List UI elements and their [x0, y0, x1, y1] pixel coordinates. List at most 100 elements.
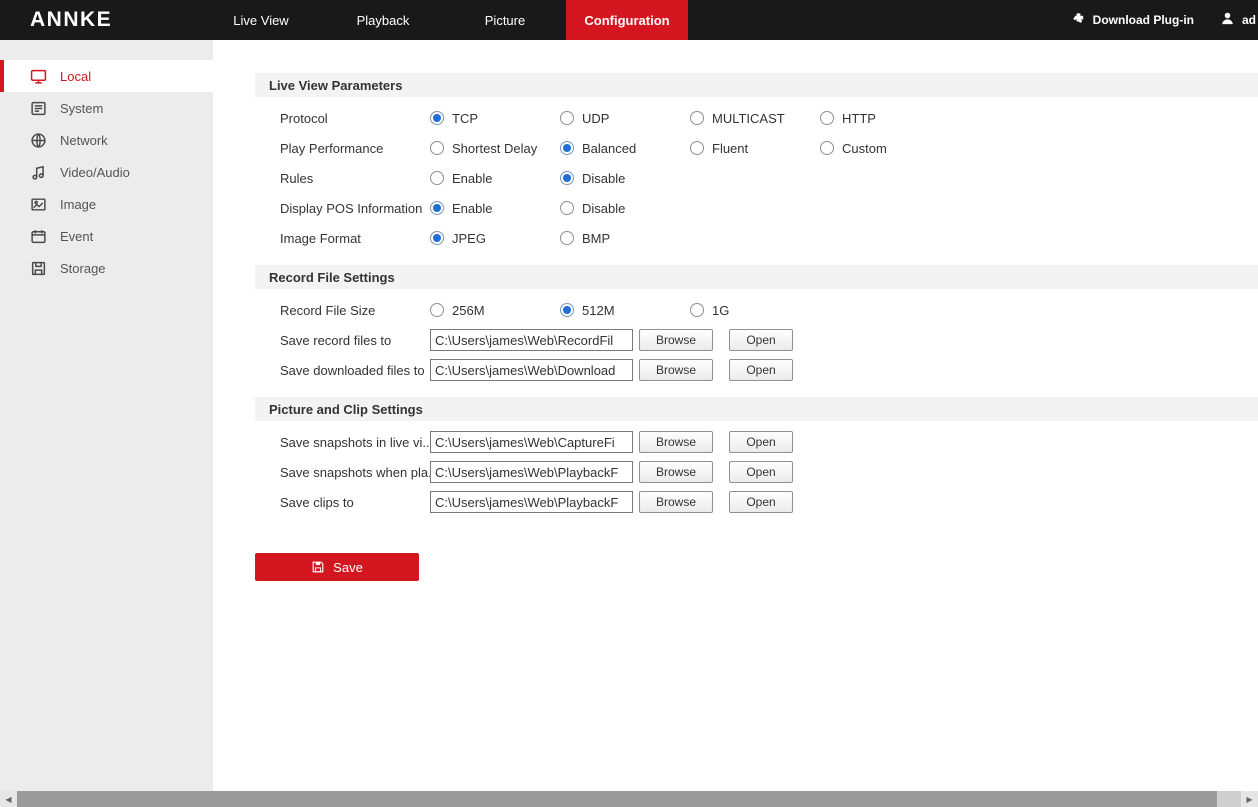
open-button[interactable]: Open	[729, 359, 793, 381]
annke-logo: ANNKE	[0, 0, 200, 40]
radio-option[interactable]: 256M	[430, 303, 560, 318]
field-label: Rules	[280, 171, 430, 186]
radio-option-label: Enable	[452, 171, 492, 186]
topbar: ANNKE Live View Playback Picture Configu…	[0, 0, 1258, 40]
download-plugin-button[interactable]: Download Plug-in	[1071, 11, 1194, 29]
tab-live-view[interactable]: Live View	[200, 0, 322, 40]
radio-icon[interactable]	[560, 303, 574, 317]
user-menu[interactable]: ad	[1220, 11, 1256, 29]
radio-icon[interactable]	[430, 111, 444, 125]
section-header: Live View Parameters	[255, 73, 1258, 97]
radio-option[interactable]: Fluent	[690, 141, 820, 156]
radio-icon[interactable]	[560, 111, 574, 125]
radio-icon[interactable]	[430, 171, 444, 185]
radio-option[interactable]: 512M	[560, 303, 690, 318]
browse-button[interactable]: Browse	[639, 491, 713, 513]
sidebar-item-network[interactable]: Network	[0, 124, 213, 156]
scrollbar-track[interactable]	[17, 791, 1241, 807]
radio-icon[interactable]	[560, 231, 574, 245]
radio-option[interactable]: UDP	[560, 111, 690, 126]
radio-icon[interactable]	[430, 231, 444, 245]
sidebar-item-local[interactable]: Local	[0, 60, 213, 92]
sidebar-item-label: System	[60, 101, 103, 116]
radio-icon[interactable]	[430, 141, 444, 155]
radio-option[interactable]: Shortest Delay	[430, 141, 560, 156]
radio-option[interactable]: Enable	[430, 201, 560, 216]
section-header: Record File Settings	[255, 265, 1258, 289]
radio-icon[interactable]	[690, 141, 704, 155]
radio-option-label: 1G	[712, 303, 729, 318]
path-input[interactable]	[430, 461, 633, 483]
radio-option[interactable]: HTTP	[820, 111, 950, 126]
radio-option-label: JPEG	[452, 231, 486, 246]
user-icon	[1220, 11, 1235, 29]
open-button[interactable]: Open	[729, 461, 793, 483]
section-rows: ProtocolTCPUDPMULTICASTHTTPPlay Performa…	[213, 97, 1258, 257]
radio-row: Record File Size256M 512M 1G	[280, 295, 1258, 325]
path-input[interactable]	[430, 359, 633, 381]
path-input[interactable]	[430, 329, 633, 351]
storage-icon	[30, 260, 47, 277]
open-button[interactable]: Open	[729, 431, 793, 453]
sidebar-item-label: Local	[60, 69, 91, 84]
radio-option[interactable]: Enable	[430, 171, 560, 186]
scroll-right-arrow[interactable]: ▶	[1241, 791, 1258, 807]
sidebar-item-storage[interactable]: Storage	[0, 252, 213, 284]
radio-option-label: TCP	[452, 111, 478, 126]
path-row: Save snapshots when pla...BrowseOpen	[280, 457, 1258, 487]
settings-section: Record File Settings Record File Size256M…	[213, 265, 1258, 389]
radio-option[interactable]: TCP	[430, 111, 560, 126]
radio-option[interactable]: Balanced	[560, 141, 690, 156]
scroll-left-arrow[interactable]: ◀	[0, 791, 17, 807]
radio-icon[interactable]	[820, 141, 834, 155]
radio-icon[interactable]	[560, 201, 574, 215]
radio-option[interactable]: Disable	[560, 201, 690, 216]
radio-option[interactable]: Custom	[820, 141, 950, 156]
sidebar-item-system[interactable]: System	[0, 92, 213, 124]
field-label: Record File Size	[280, 303, 430, 318]
radio-option[interactable]: MULTICAST	[690, 111, 820, 126]
horizontal-scrollbar[interactable]: ◀ ▶	[0, 791, 1258, 807]
radio-icon[interactable]	[430, 201, 444, 215]
radio-icon[interactable]	[560, 171, 574, 185]
radio-option-label: 512M	[582, 303, 615, 318]
browse-button[interactable]: Browse	[639, 359, 713, 381]
topbar-right: Download Plug-in ad	[1071, 0, 1258, 40]
sidebar-item-label: Storage	[60, 261, 106, 276]
path-row: Save downloaded files toBrowseOpen	[280, 355, 1258, 385]
browse-button[interactable]: Browse	[639, 329, 713, 351]
tab-playback[interactable]: Playback	[322, 0, 444, 40]
field-label: Image Format	[280, 231, 430, 246]
radio-option-label: Enable	[452, 201, 492, 216]
path-row: Save clips toBrowseOpen	[280, 487, 1258, 517]
radio-icon[interactable]	[820, 111, 834, 125]
radio-icon[interactable]	[690, 111, 704, 125]
system-icon	[30, 100, 47, 117]
path-input[interactable]	[430, 491, 633, 513]
sidebar-item-image[interactable]: Image	[0, 188, 213, 220]
radio-option[interactable]: Disable	[560, 171, 690, 186]
save-button[interactable]: Save	[255, 553, 419, 581]
tab-picture[interactable]: Picture	[444, 0, 566, 40]
field-label: Save snapshots in live vi...	[280, 435, 430, 450]
sidebar-item-video-audio[interactable]: Video/Audio	[0, 156, 213, 188]
path-input[interactable]	[430, 431, 633, 453]
radio-option[interactable]: 1G	[690, 303, 820, 318]
config-content: Live View ParametersProtocolTCPUDPMULTIC…	[213, 40, 1258, 791]
open-button[interactable]: Open	[729, 491, 793, 513]
user-label: ad	[1242, 13, 1256, 27]
browse-button[interactable]: Browse	[639, 461, 713, 483]
radio-row: Rules Enable Disable	[280, 163, 1258, 193]
browse-button[interactable]: Browse	[639, 431, 713, 453]
radio-icon[interactable]	[430, 303, 444, 317]
scrollbar-thumb[interactable]	[17, 791, 1217, 807]
radio-icon[interactable]	[560, 141, 574, 155]
radio-icon[interactable]	[690, 303, 704, 317]
sidebar: Local System Network Video/Audio Image E…	[0, 40, 213, 791]
tab-configuration[interactable]: Configuration	[566, 0, 688, 40]
radio-option[interactable]: JPEG	[430, 231, 560, 246]
open-button[interactable]: Open	[729, 329, 793, 351]
radio-option[interactable]: BMP	[560, 231, 690, 246]
calendar-icon	[30, 228, 47, 245]
sidebar-item-event[interactable]: Event	[0, 220, 213, 252]
